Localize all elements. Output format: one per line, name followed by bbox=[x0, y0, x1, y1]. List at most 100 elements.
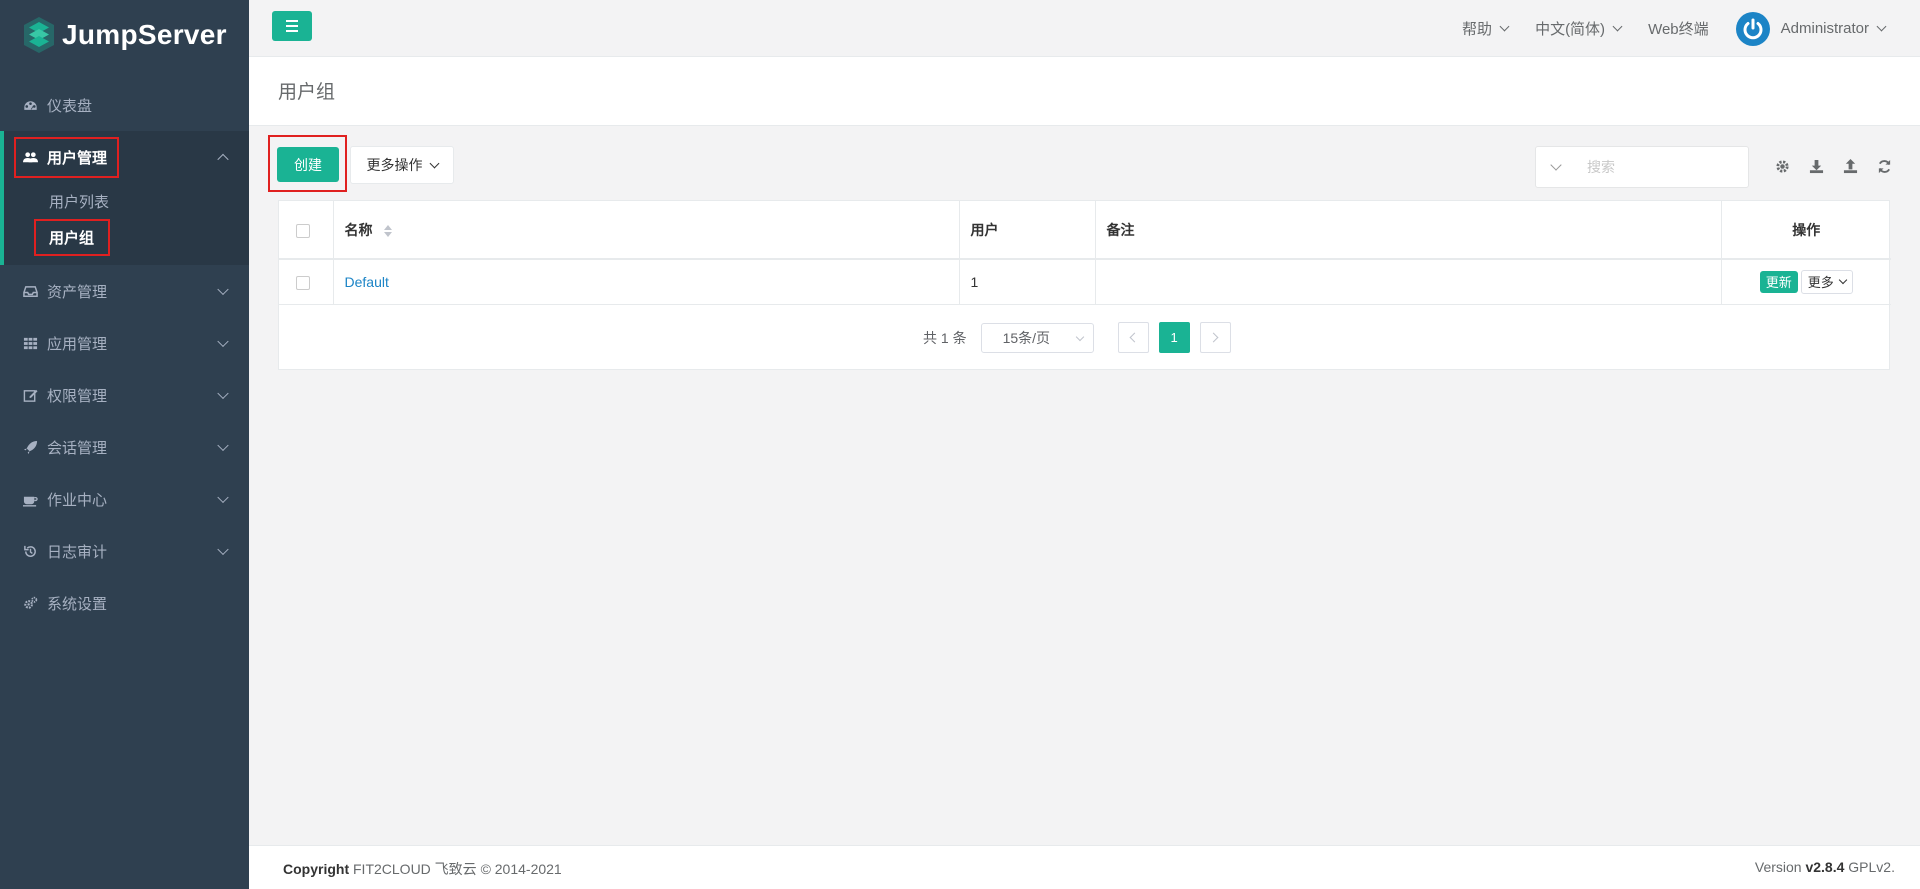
sidebar-subitem-label: 用户列表 bbox=[49, 193, 110, 211]
sidebar-item-dashboard[interactable]: 仪表盘 bbox=[0, 79, 249, 131]
chevron-down-icon bbox=[429, 158, 439, 168]
user-menu[interactable]: Administrator bbox=[1735, 11, 1887, 46]
copyright: Copyright FIT2CLOUD 飞致云 © 2014-2021 bbox=[283, 859, 562, 879]
user-management-highlight: 用户管理 bbox=[14, 136, 120, 178]
page-title: 用户组 bbox=[278, 82, 336, 103]
sidebar-item-user-management[interactable]: 用户管理 bbox=[4, 131, 249, 183]
chevron-left-icon bbox=[1129, 332, 1140, 343]
chevron-down-icon bbox=[1838, 276, 1848, 285]
web-terminal-link[interactable]: Web终端 bbox=[1648, 18, 1709, 39]
language-label: 中文(简体) bbox=[1535, 21, 1606, 38]
export-button[interactable] bbox=[1799, 154, 1833, 178]
username: Administrator bbox=[1780, 20, 1869, 37]
power-icon bbox=[1743, 18, 1763, 39]
refresh-button[interactable] bbox=[1867, 154, 1901, 178]
chevron-down-icon bbox=[1499, 21, 1510, 32]
column-header-name[interactable]: 名称 bbox=[333, 201, 960, 260]
inbox-icon bbox=[22, 283, 38, 299]
select-all-checkbox[interactable] bbox=[296, 223, 310, 238]
column-header-comment: 备注 bbox=[1095, 201, 1722, 260]
search-input[interactable] bbox=[1587, 159, 1727, 175]
chevron-down-icon bbox=[217, 387, 229, 400]
table-row: Default 1 更新 更多 bbox=[279, 259, 1891, 305]
more-actions-label: 更多操作 bbox=[366, 157, 423, 173]
web-terminal-label: Web终端 bbox=[1648, 21, 1709, 38]
row-more-button[interactable]: 更多 bbox=[1800, 269, 1853, 294]
language-menu[interactable]: 中文(简体) bbox=[1535, 18, 1623, 39]
column-header-label: 名称 bbox=[344, 221, 373, 238]
users-cell: 1 bbox=[959, 259, 1096, 305]
page-size-select[interactable]: 15条/页 bbox=[980, 322, 1094, 353]
settings-button[interactable] bbox=[1765, 154, 1799, 178]
sidebar-item-label: 会话管理 bbox=[47, 439, 108, 457]
sidebar-item-label: 日志审计 bbox=[47, 543, 108, 561]
import-button[interactable] bbox=[1833, 154, 1867, 178]
logo[interactable]: JumpServer bbox=[0, 0, 249, 70]
gear-icon bbox=[1775, 159, 1789, 173]
row-checkbox[interactable] bbox=[296, 275, 310, 290]
chevron-down-icon bbox=[1612, 21, 1623, 32]
page-size-label: 15条/页 bbox=[1002, 329, 1051, 346]
chevron-down-icon bbox=[1075, 332, 1084, 341]
chevron-down-icon bbox=[217, 439, 229, 452]
rocket-icon bbox=[22, 439, 38, 455]
topbar: 帮助 中文(简体) Web终端 Administrator bbox=[249, 0, 1920, 57]
sidebar-submenu: 用户列表 用户组 bbox=[4, 183, 249, 265]
search-box bbox=[1535, 146, 1749, 188]
help-menu[interactable]: 帮助 bbox=[1462, 18, 1510, 39]
chevron-down-icon bbox=[1876, 21, 1887, 32]
prev-page-button[interactable] bbox=[1117, 322, 1149, 353]
sidebar-item-system-settings[interactable]: 系统设置 bbox=[0, 577, 249, 629]
chevron-down-icon bbox=[217, 283, 229, 296]
sidebar-item-label: 仪表盘 bbox=[47, 97, 93, 115]
version-number: v2.8.4 bbox=[1805, 859, 1845, 875]
group-name-link[interactable]: Default bbox=[345, 274, 389, 290]
history-icon bbox=[22, 543, 38, 559]
users-icon bbox=[22, 149, 38, 165]
sidebar-item-label: 应用管理 bbox=[47, 335, 108, 353]
chevron-right-icon bbox=[1208, 332, 1219, 343]
column-header-actions: 操作 bbox=[1721, 201, 1891, 260]
jumpserver-logo-icon bbox=[24, 17, 54, 53]
sidebar-item-label: 用户管理 bbox=[47, 149, 108, 167]
more-actions-button[interactable]: 更多操作 bbox=[350, 146, 454, 184]
update-button[interactable]: 更新 bbox=[1759, 270, 1798, 293]
menu-toggle-button[interactable] bbox=[272, 11, 312, 41]
table-header-row: 名称 用户 备注 操作 bbox=[279, 201, 1891, 260]
sidebar-item-asset-management[interactable]: 资产管理 bbox=[0, 265, 249, 317]
sidebar-item-permission-management[interactable]: 权限管理 bbox=[0, 369, 249, 421]
sidebar-item-app-management[interactable]: 应用管理 bbox=[0, 317, 249, 369]
version-info: Version v2.8.4 GPLv2. bbox=[1755, 859, 1895, 875]
page-heading: 用户组 bbox=[249, 57, 1920, 126]
refresh-icon bbox=[1878, 159, 1890, 173]
search-field-dropdown[interactable] bbox=[1550, 159, 1562, 171]
sort-icon[interactable] bbox=[384, 224, 393, 237]
page-number-current[interactable]: 1 bbox=[1158, 322, 1190, 353]
chevron-down-icon bbox=[217, 491, 229, 504]
sidebar-item-label: 作业中心 bbox=[47, 491, 108, 509]
row-select-cell bbox=[279, 259, 334, 305]
copyright-text: FIT2CLOUD 飞致云 © 2014-2021 bbox=[353, 861, 562, 877]
sidebar-subitem-label: 用户组 bbox=[34, 218, 111, 256]
help-label: 帮助 bbox=[1462, 21, 1493, 38]
select-all-cell bbox=[279, 201, 334, 260]
sidebar-item-job-center[interactable]: 作业中心 bbox=[0, 473, 249, 525]
chevron-down-icon bbox=[217, 335, 229, 348]
brand-name: JumpServer bbox=[62, 19, 227, 50]
topbar-right: 帮助 中文(简体) Web终端 Administrator bbox=[1435, 0, 1887, 57]
create-button[interactable]: 创建 bbox=[277, 147, 339, 182]
edit-icon bbox=[22, 387, 38, 403]
sidebar-nav: 仪表盘 用户管理 用户列表 用户组 资产管理 应用管理 权限管理 会话管理 作业… bbox=[0, 79, 249, 629]
avatar bbox=[1735, 11, 1770, 46]
coffee-icon bbox=[22, 491, 38, 507]
row-more-label: 更多 bbox=[1807, 275, 1834, 291]
sidebar: JumpServer 仪表盘 用户管理 用户列表 用户组 资产管理 应用管理 权… bbox=[0, 0, 249, 889]
next-page-button[interactable] bbox=[1199, 322, 1231, 353]
version-label: Version bbox=[1754, 859, 1802, 875]
sidebar-subitem-user-list[interactable]: 用户列表 bbox=[4, 183, 249, 219]
sidebar-item-session-management[interactable]: 会话管理 bbox=[0, 421, 249, 473]
sidebar-subitem-user-group[interactable]: 用户组 bbox=[4, 218, 249, 256]
license: GPLv2. bbox=[1848, 859, 1895, 875]
sidebar-item-log-audit[interactable]: 日志审计 bbox=[0, 525, 249, 577]
gears-icon bbox=[22, 595, 38, 611]
